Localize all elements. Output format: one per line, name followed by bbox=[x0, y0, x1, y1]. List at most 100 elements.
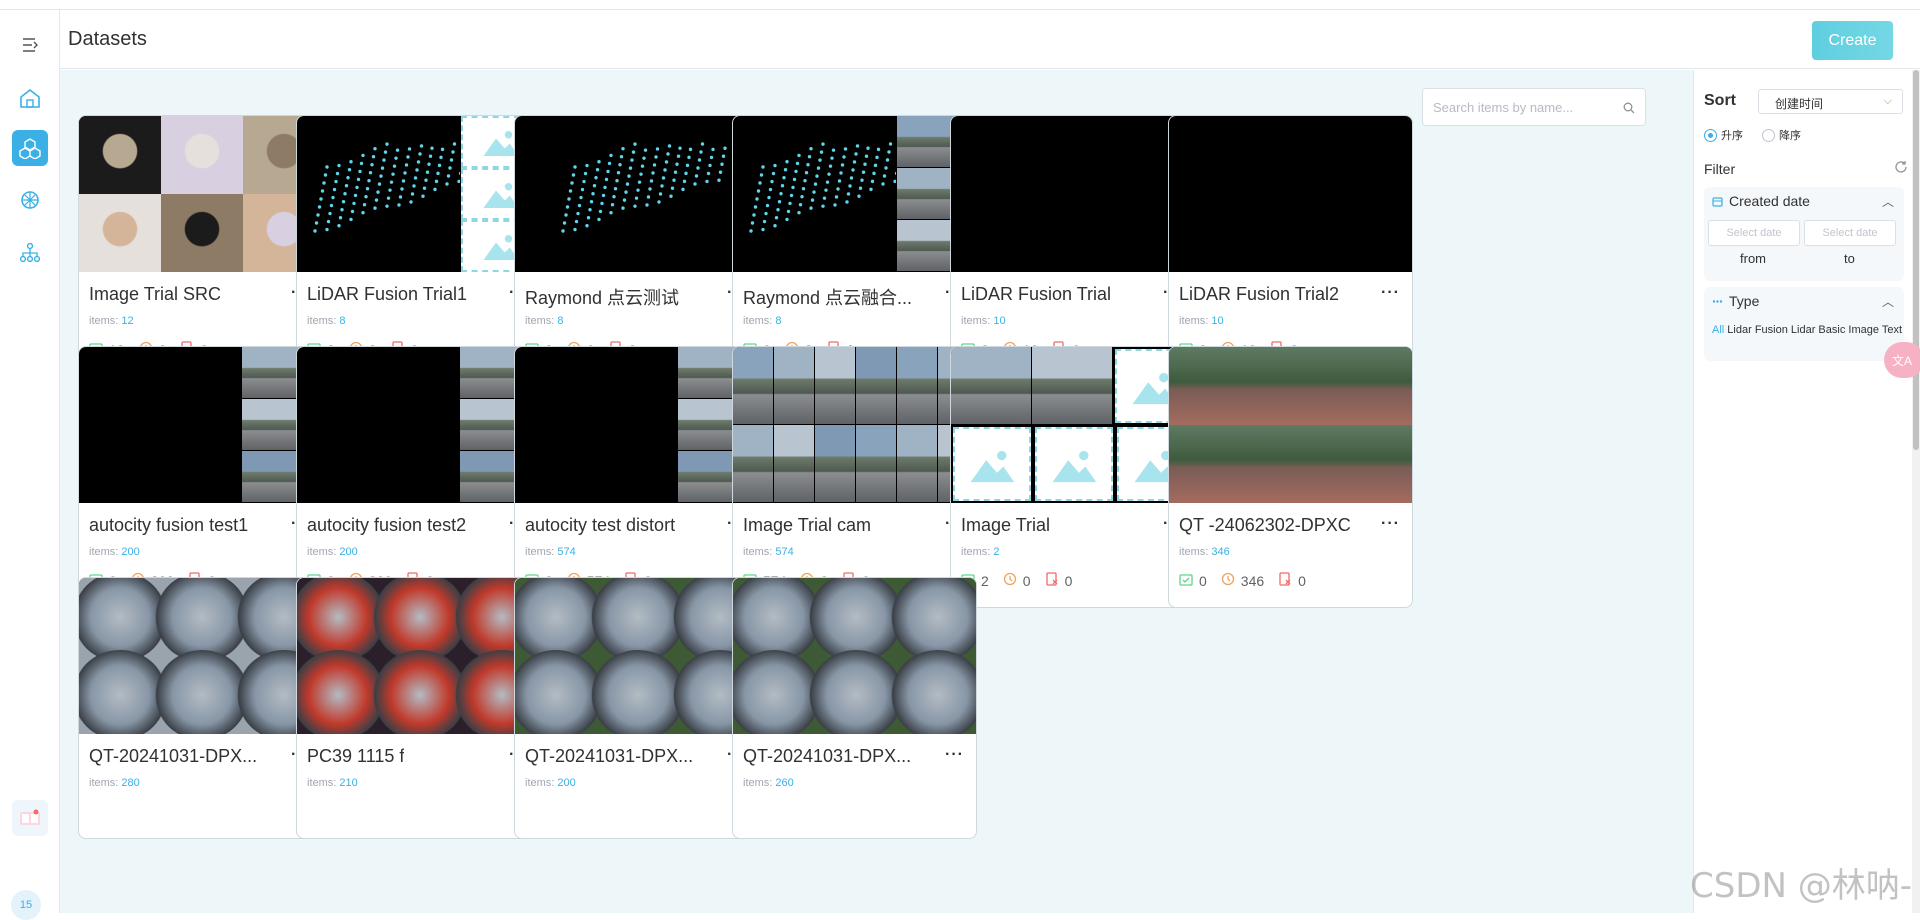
dataset-thumbnail[interactable] bbox=[1169, 116, 1412, 272]
type-option-all[interactable]: All bbox=[1712, 324, 1724, 336]
dataset-name[interactable]: QT-20241031-DPX... bbox=[525, 746, 693, 767]
dataset-thumbnail[interactable] bbox=[515, 347, 758, 503]
dataset-name[interactable]: LiDAR Fusion Trial2 bbox=[1179, 284, 1339, 305]
dataset-thumbnail[interactable] bbox=[733, 116, 976, 272]
collapse-menu-icon[interactable] bbox=[12, 27, 48, 63]
dataset-name[interactable]: LiDAR Fusion Trial bbox=[961, 284, 1111, 305]
dataset-card[interactable]: QT-20241031-DPX... ··· items: 260 bbox=[732, 577, 977, 839]
sort-desc-radio[interactable]: 降序 bbox=[1762, 127, 1801, 143]
dataset-name[interactable]: autocity fusion test1 bbox=[89, 515, 248, 536]
type-options: All Lidar Fusion Lidar Basic Image Text bbox=[1712, 321, 1902, 339]
scrollbar-thumb[interactable] bbox=[1913, 70, 1919, 450]
dataset-name[interactable]: QT-20241031-DPX... bbox=[743, 746, 911, 767]
dataset-thumbnail[interactable] bbox=[951, 116, 1194, 272]
dataset-card[interactable]: LiDAR Fusion Trial ··· items: 10 0 10 0 bbox=[950, 115, 1195, 377]
dataset-item-count: items: 200 bbox=[525, 777, 576, 789]
refresh-icon[interactable] bbox=[1894, 160, 1908, 179]
stat-failed: 0 bbox=[1278, 572, 1306, 589]
sort-asc-radio[interactable]: 升序 bbox=[1704, 127, 1743, 143]
hierarchy-icon[interactable] bbox=[12, 235, 48, 271]
dataset-card[interactable]: PC39 1115 f ··· items: 210 bbox=[296, 577, 541, 839]
dataset-name[interactable]: QT -24062302-DPXC bbox=[1179, 515, 1351, 536]
type-header[interactable]: Type bbox=[1712, 293, 1759, 309]
page-scrollbar[interactable] bbox=[1912, 70, 1920, 913]
sort-select[interactable]: 创建时间 ⌵ bbox=[1758, 89, 1903, 114]
translate-float-icon[interactable]: 文A bbox=[1884, 342, 1920, 378]
desc-label: 降序 bbox=[1779, 130, 1801, 142]
dataset-thumbnail[interactable] bbox=[297, 578, 540, 734]
dataset-thumbnail[interactable] bbox=[79, 578, 322, 734]
dataset-thumbnail[interactable] bbox=[297, 347, 540, 503]
chevron-up-icon[interactable]: ︿ bbox=[1882, 193, 1894, 210]
dataset-card[interactable]: autocity test distort ··· items: 574 0 5… bbox=[514, 346, 759, 608]
radio-checked-icon bbox=[1704, 128, 1717, 142]
dataset-name[interactable]: autocity test distort bbox=[525, 515, 675, 536]
dataset-item-count: items: 210 bbox=[307, 777, 358, 789]
dataset-card[interactable]: LiDAR Fusion Trial2 ··· items: 10 0 10 0 bbox=[1168, 115, 1413, 377]
chevron-up-icon[interactable]: ︿ bbox=[1882, 293, 1894, 310]
guide-book-icon[interactable] bbox=[12, 800, 48, 836]
dataset-name[interactable]: Raymond 点云融合... bbox=[743, 284, 912, 310]
dataset-thumbnail[interactable] bbox=[1169, 347, 1412, 503]
dataset-thumbnail[interactable] bbox=[733, 578, 976, 734]
dataset-card[interactable]: autocity fusion test1 ··· items: 200 0 2… bbox=[78, 346, 323, 608]
dataset-thumbnail[interactable] bbox=[951, 347, 1194, 503]
dataset-card[interactable]: Image Trial SRC ··· items: 12 12 0 0 bbox=[78, 115, 323, 377]
dataset-item-count: items: 200 bbox=[89, 546, 140, 558]
dataset-card[interactable]: Raymond 点云测试 ··· items: 8 8 0 0 bbox=[514, 115, 759, 377]
failed-icon bbox=[1045, 572, 1065, 589]
date-from-input[interactable]: Select date bbox=[1708, 220, 1800, 246]
dataset-item-count: items: 2 bbox=[961, 546, 1000, 558]
dataset-card[interactable]: Image Trial cam ··· items: 574 574 0 0 bbox=[732, 346, 977, 608]
dataset-item-count: items: 8 bbox=[525, 315, 564, 327]
date-to-input[interactable]: Select date bbox=[1804, 220, 1896, 246]
sort-value: 创建时间 bbox=[1775, 97, 1824, 111]
type-filter: Type ︿ All Lidar Fusion Lidar Basic Imag… bbox=[1704, 287, 1904, 361]
more-icon[interactable]: ··· bbox=[1381, 284, 1400, 302]
dataset-item-count: items: 346 bbox=[1179, 546, 1230, 558]
more-icon[interactable]: ··· bbox=[1381, 515, 1400, 533]
type-option-lidar-fusion[interactable]: Lidar Fusion bbox=[1727, 324, 1788, 336]
dataset-thumbnail[interactable] bbox=[79, 347, 322, 503]
dataset-name[interactable]: autocity fusion test2 bbox=[307, 515, 466, 536]
type-label: Type bbox=[1729, 293, 1760, 309]
dataset-card[interactable]: QT-20241031-DPX... ··· items: 280 bbox=[78, 577, 323, 839]
create-button[interactable]: Create bbox=[1812, 21, 1893, 60]
datasets-icon[interactable] bbox=[12, 130, 48, 166]
dataset-thumbnail[interactable] bbox=[733, 347, 976, 503]
user-avatar[interactable]: 15 bbox=[11, 890, 41, 920]
dataset-name[interactable]: Image Trial SRC bbox=[89, 284, 221, 305]
dataset-item-count: items: 280 bbox=[89, 777, 140, 789]
radio-unchecked-icon bbox=[1762, 128, 1775, 142]
dataset-thumbnail[interactable] bbox=[297, 116, 540, 272]
type-option-image[interactable]: Image bbox=[1848, 324, 1879, 336]
dataset-name[interactable]: Raymond 点云测试 bbox=[525, 284, 679, 310]
model-brain-icon[interactable] bbox=[12, 182, 48, 218]
created-date-filter: Created date ︿ Select date Select date f… bbox=[1704, 187, 1904, 281]
home-icon[interactable] bbox=[12, 80, 48, 116]
type-option-lidar-basic[interactable]: Lidar Basic bbox=[1791, 324, 1845, 336]
created-date-header[interactable]: Created date bbox=[1712, 193, 1810, 209]
type-option-text[interactable]: Text bbox=[1882, 324, 1902, 336]
dataset-name[interactable]: Image Trial bbox=[961, 515, 1050, 536]
dataset-card[interactable]: QT -24062302-DPXC ··· items: 346 0 346 0 bbox=[1168, 346, 1413, 608]
dataset-thumbnail[interactable] bbox=[515, 578, 758, 734]
dataset-name[interactable]: PC39 1115 f bbox=[307, 746, 404, 767]
dataset-thumbnail[interactable] bbox=[79, 116, 322, 272]
filter-panel: Sort 创建时间 ⌵ 升序 降序 Filter Created date ︿ … bbox=[1693, 70, 1920, 913]
dataset-card[interactable]: Image Trial ··· items: 2 2 0 0 bbox=[950, 346, 1195, 608]
dataset-name[interactable]: Image Trial cam bbox=[743, 515, 871, 536]
search-input[interactable]: Search items by name... bbox=[1422, 88, 1646, 126]
page-title: Datasets bbox=[68, 28, 147, 50]
dataset-item-count: items: 8 bbox=[743, 315, 782, 327]
dataset-thumbnail[interactable] bbox=[515, 116, 758, 272]
search-icon[interactable] bbox=[1623, 101, 1635, 119]
more-icon[interactable]: ··· bbox=[945, 746, 964, 764]
dataset-card[interactable]: QT-20241031-DPX... ··· items: 200 bbox=[514, 577, 759, 839]
dataset-name[interactable]: QT-20241031-DPX... bbox=[89, 746, 257, 767]
dataset-card[interactable]: autocity fusion test2 ··· items: 200 0 2… bbox=[296, 346, 541, 608]
dataset-card[interactable]: Raymond 点云融合... ··· items: 8 0 8 0 bbox=[732, 115, 977, 377]
filter-label: Filter bbox=[1704, 161, 1736, 177]
dataset-name[interactable]: LiDAR Fusion Trial1 bbox=[307, 284, 467, 305]
dataset-card[interactable]: LiDAR Fusion Trial1 ··· items: 8 8 0 0 bbox=[296, 115, 541, 377]
